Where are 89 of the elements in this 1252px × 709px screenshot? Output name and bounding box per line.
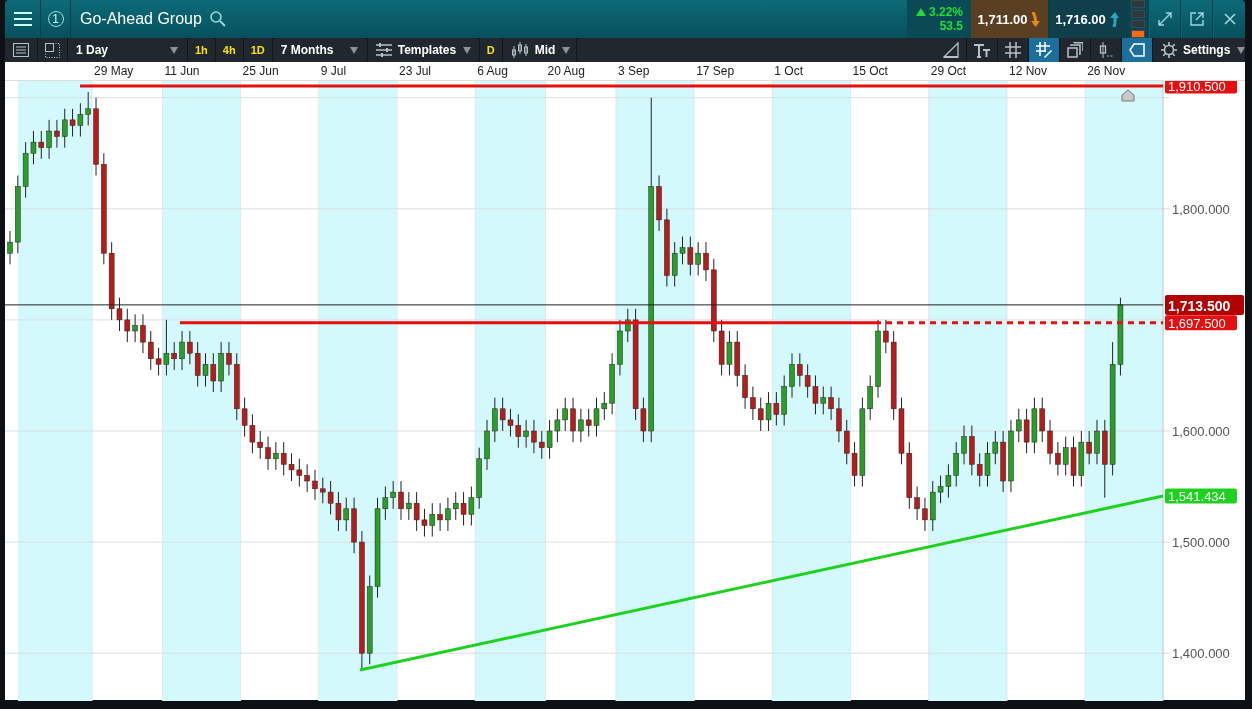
expand-icon — [1158, 12, 1172, 26]
date-label: 29 Oct — [930, 64, 967, 78]
date-label: 6 Aug — [477, 64, 508, 78]
caret-icon — [348, 45, 359, 55]
candlestick — [922, 497, 928, 532]
trendline-icon — [943, 42, 959, 58]
candlestick — [187, 330, 193, 365]
caret-icon — [462, 45, 473, 55]
candlestick — [523, 419, 529, 449]
candlestick — [750, 386, 756, 421]
text-size-icon — [974, 42, 990, 58]
candlestick-icon — [510, 42, 529, 58]
date-label: 17 Sep — [696, 64, 735, 78]
candlestick — [914, 486, 920, 521]
list-icon — [13, 43, 29, 57]
sell-button[interactable]: 1,711.00 — [971, 0, 1049, 38]
date-label: 23 Jul — [399, 64, 432, 78]
candlestick — [703, 241, 709, 282]
price-axis-label: 1,800.000 — [1172, 201, 1230, 217]
candlestick — [132, 313, 138, 343]
date-label: 26 Nov — [1087, 64, 1126, 78]
candlestick — [492, 397, 498, 443]
grid-icon — [1005, 42, 1021, 58]
date-label: 3 Sep — [617, 64, 650, 78]
candlestick — [883, 319, 889, 354]
price-tag: 1,541.434 — [1165, 488, 1237, 505]
search-icon — [209, 11, 226, 27]
price-axis-label: 1,500.000 — [1172, 535, 1230, 551]
price-axis-label: 1,400.000 — [1172, 646, 1230, 662]
chart-tool-button[interactable] — [1122, 38, 1153, 62]
candlestick — [578, 408, 584, 443]
price-axis-label: 1,600.000 — [1172, 424, 1230, 439]
date-label: 9 Jul — [320, 64, 347, 78]
candlestick — [1047, 419, 1053, 465]
caret-icon — [169, 45, 179, 55]
candlestick — [789, 352, 795, 399]
candlestick — [265, 436, 271, 471]
dotted-square-icon — [45, 42, 60, 58]
candlestick — [179, 330, 185, 371]
candlestick — [273, 441, 279, 471]
scroll-end-icon[interactable] — [1121, 89, 1135, 102]
candlestick — [7, 230, 13, 265]
settings-icon — [1161, 42, 1177, 58]
instrument-name: Go-Ahead Group — [80, 10, 202, 28]
candlestick — [836, 397, 842, 443]
price-tag: 1,697.500 — [1165, 315, 1237, 331]
caret-icon — [561, 45, 572, 55]
date-label: 12 Nov — [1008, 64, 1047, 78]
chart-tool-button[interactable] — [1029, 38, 1060, 62]
price-change: 3.22% 53.5 — [907, 0, 971, 38]
candlestick — [46, 119, 52, 160]
candlestick — [570, 397, 576, 443]
candlestick — [226, 341, 232, 376]
layers-icon — [1067, 42, 1083, 58]
candlestick — [828, 386, 834, 421]
candlestick — [1094, 419, 1100, 465]
date-label: 15 Oct — [852, 64, 888, 78]
candlestick — [304, 463, 310, 493]
close-icon — [1223, 13, 1236, 25]
price-tag: 1,910.500 — [1165, 81, 1237, 94]
date-label: 20 Aug — [547, 64, 585, 78]
candlestick-icon — [1098, 42, 1114, 58]
date-label: 11 Jun — [164, 64, 200, 78]
settings-dropdown[interactable]: Settings — [1153, 38, 1245, 62]
candlestick — [961, 424, 967, 465]
date-label: 25 Jun — [242, 64, 279, 78]
candlestick — [742, 363, 748, 410]
candlestick — [312, 469, 318, 501]
candlestick — [54, 119, 60, 149]
candlestick — [695, 241, 701, 276]
buy-button[interactable]: 1,716.00 — [1049, 0, 1127, 38]
candlestick — [140, 313, 146, 354]
menu-icon — [13, 11, 32, 27]
date-label: 1 Oct — [774, 64, 804, 78]
candlestick — [437, 502, 443, 532]
caret-icon — [1236, 45, 1247, 55]
popout-icon — [1190, 12, 1204, 26]
price-tag: 1,713.500 — [1165, 294, 1244, 315]
candlestick — [398, 480, 404, 521]
sliders-icon — [375, 42, 392, 58]
tag-icon — [1129, 42, 1145, 58]
signal-icon — [1127, 0, 1149, 38]
candlestick — [1055, 441, 1061, 476]
grid-pencil-icon — [1036, 42, 1052, 58]
search-button[interactable] — [209, 11, 226, 27]
candlestick — [1086, 430, 1092, 465]
candlestick — [445, 497, 451, 532]
date-label: 29 May — [94, 64, 134, 78]
candlestick — [531, 419, 537, 454]
